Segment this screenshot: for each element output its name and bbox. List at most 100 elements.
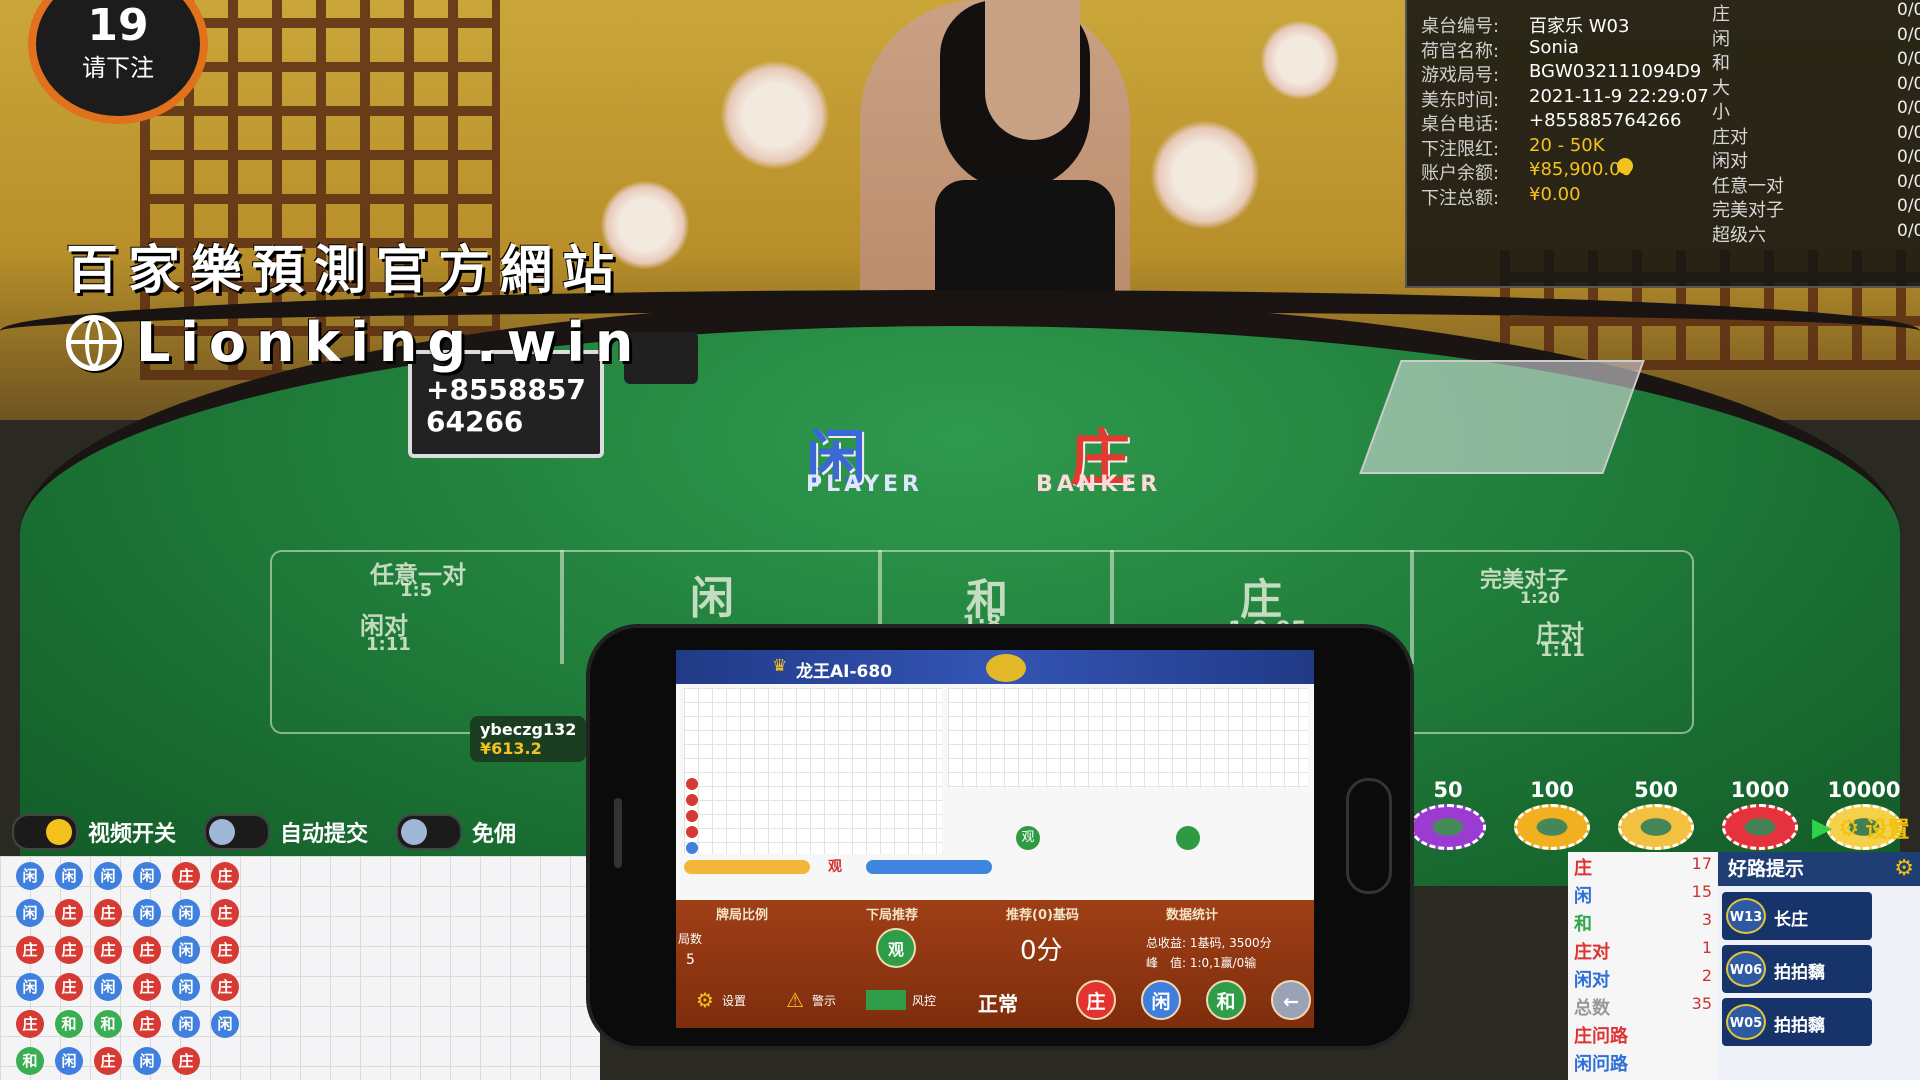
app-recommend-button[interactable]: 观 [876, 928, 916, 968]
seat-badge: ybeczg132 ¥613.2 [470, 716, 587, 762]
app-player-button[interactable]: 闲 [1141, 980, 1181, 1020]
felt-banker-pair-odds: 1:11 [1540, 640, 1585, 661]
good-road-tag: W06 [1726, 951, 1766, 987]
bead: 庄 [94, 899, 122, 927]
app-tie-button[interactable]: 和 [1206, 980, 1246, 1020]
app-alert-label: 警示 [812, 994, 837, 1008]
bet-value: 0/0 [1897, 147, 1920, 167]
bead: 庄 [211, 936, 239, 964]
toggle-2[interactable]: 免佣 [396, 814, 516, 850]
bead: 庄 [55, 973, 83, 1001]
good-road-item[interactable]: W13 长庄 [1722, 892, 1872, 940]
stat-label: 总数 [1574, 998, 1610, 1019]
good-road-label: 拍拍黐 [1774, 1016, 1825, 1036]
watermark: 百家樂預測官方網站 Lionking.win [66, 228, 643, 374]
felt-player-bet[interactable]: 闲 [690, 562, 734, 626]
felt-player-en: PLAYER [806, 472, 923, 497]
info-value: +855885764266 [1529, 110, 1682, 131]
info-label: 美东时间: [1421, 89, 1500, 111]
info-label: 下注限红: [1421, 138, 1500, 160]
bet-label: 小 [1712, 102, 1730, 123]
info-value: BGW032111094D9 [1529, 61, 1702, 82]
toggle-label: 视频开关 [88, 822, 177, 847]
seat-amount: ¥613.2 [480, 739, 542, 758]
bead: 闲 [16, 899, 44, 927]
info-label: 游戏局号: [1421, 65, 1500, 86]
bet-label: 超级六 [1712, 224, 1766, 246]
bet-label: 闲对 [1712, 151, 1748, 172]
bead: 庄 [211, 862, 239, 890]
gear-icon[interactable]: ⚙ [1894, 856, 1914, 881]
felt-player-pair-odds: 1:11 [366, 634, 411, 655]
bead: 闲 [16, 973, 44, 1001]
toggle-1[interactable]: 自动提交 [204, 814, 368, 850]
gear-icon[interactable]: ⚙ [696, 988, 714, 1012]
bet-label: 庄对 [1712, 126, 1748, 148]
app-ratio-bar [684, 860, 810, 874]
stat-label: 庄对 [1574, 942, 1610, 963]
stat-label: 庄 [1574, 858, 1592, 879]
app-banker-button[interactable]: 庄 [1076, 980, 1116, 1020]
bead: 庄 [16, 936, 44, 964]
good-road-panel: 好路提示 ⚙ W13 长庄 W06 拍拍黐 W05 拍拍黐 [1718, 852, 1920, 1080]
chip-1000[interactable]: 1000 [1722, 778, 1798, 850]
good-road-item[interactable]: W05 拍拍黐 [1722, 998, 1872, 1046]
stat-label: 闲对 [1574, 970, 1610, 991]
good-road-item[interactable]: W06 拍拍黐 [1722, 945, 1872, 993]
play-arrow-icon[interactable]: ▶ [1812, 813, 1832, 843]
bead: 闲 [94, 973, 122, 1001]
card-shoe [1359, 360, 1645, 474]
bead: 庄 [172, 862, 200, 890]
bet-value: 0/0 [1897, 49, 1920, 69]
bead: 庄 [55, 899, 83, 927]
bet-value: 0/0 [1897, 122, 1920, 143]
app-header-recommend: 下局推荐 [866, 908, 919, 923]
toggle-switch[interactable] [396, 814, 463, 850]
bead: 和 [55, 1010, 83, 1038]
phone-button [614, 798, 622, 868]
stat-value: 17 [1691, 854, 1712, 873]
seat-username: ybeczg132 [480, 720, 577, 739]
chip-50[interactable]: 50 [1410, 778, 1486, 850]
statistics-panel: 庄 17 闲 15 和 3 庄对 1 闲对 2 总数 35 庄问路 闲问路 [1568, 852, 1718, 1080]
felt-divider [1410, 550, 1414, 664]
bead: 闲 [172, 936, 200, 964]
bead: 庄 [211, 899, 239, 927]
smartphone: ♛ 龙王AI-680 观 观 牌局比例 下局推荐 推荐(0)基码 数据统计 局数… [590, 628, 1410, 1046]
bead: 闲 [133, 862, 161, 890]
info-label: 下注总额: [1421, 187, 1500, 209]
stat-value: 15 [1691, 882, 1712, 901]
toggle-label: 免佣 [472, 822, 517, 847]
toggle-0[interactable]: 视频开关 [12, 814, 176, 850]
info-label: 桌台编号: [1421, 16, 1500, 37]
gear-icon: ⚙ [1838, 814, 1860, 842]
bet-value: 0/0 [1897, 171, 1920, 192]
app-bead-grid [684, 688, 942, 854]
stat-value: 35 [1691, 994, 1712, 1013]
app-risk-label: 风控 [912, 994, 937, 1008]
risk-toggle-icon[interactable] [866, 990, 906, 1010]
chip-100[interactable]: 100 [1514, 778, 1590, 850]
info-value: ¥0.00 [1529, 183, 1581, 205]
app-title: 龙王AI-680 [796, 662, 893, 682]
bet-label: 庄 [1712, 4, 1730, 25]
app-watch-badge: 观 [1016, 826, 1040, 850]
toggle-switch[interactable] [12, 814, 78, 850]
app-mode-normal[interactable]: 正常 [978, 988, 1018, 1017]
bead-road: 闲闲闲闲庄庄闲庄庄闲闲庄庄庄庄庄闲庄闲庄闲庄闲庄庄和和庄闲闲和闲庄闲庄 [0, 856, 600, 1080]
felt-banker-en: BANKER [1036, 472, 1162, 497]
alert-icon[interactable]: ⚠ [786, 988, 804, 1012]
bet-value: 0/0 [1897, 73, 1920, 94]
good-road-tag: W05 [1726, 1004, 1766, 1040]
bead: 和 [94, 1010, 122, 1038]
chip-500[interactable]: 500 [1618, 778, 1694, 850]
chip-icon [1410, 804, 1486, 850]
settings-button[interactable]: ▶ ⚙ 设置 [1812, 812, 1910, 844]
table-phone-line2: 64266 [426, 405, 524, 438]
bet-label: 完美对子 [1712, 200, 1784, 221]
lion-icon: ♛ [772, 656, 788, 676]
toggle-switch[interactable] [204, 814, 271, 850]
felt-divider [560, 550, 564, 664]
chip-label: 10000 [1827, 778, 1901, 802]
app-back-button[interactable]: ← [1271, 980, 1311, 1020]
